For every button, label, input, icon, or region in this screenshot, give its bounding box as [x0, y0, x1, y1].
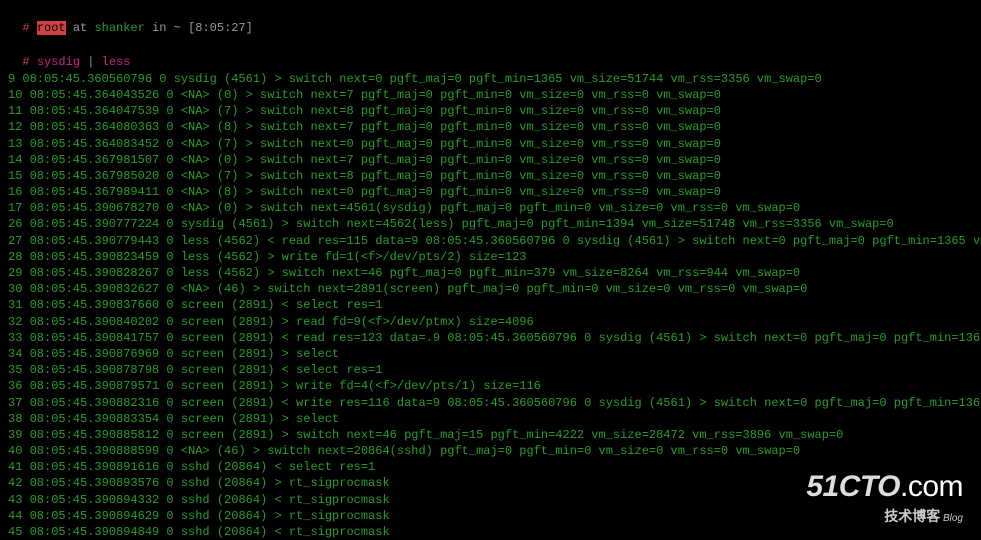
prompt-hash: # [22, 21, 29, 35]
log-line: 39 08:05:45.390885812 0 screen (2891) > … [8, 427, 973, 443]
log-line: 45 08:05:45.390894849 0 sshd (20864) < r… [8, 524, 973, 540]
log-line: 41 08:05:45.390891616 0 sshd (20864) < s… [8, 459, 973, 475]
log-line: 12 08:05:45.364080363 0 <NA> (8) > switc… [8, 119, 973, 135]
log-line: 35 08:05:45.390878798 0 screen (2891) < … [8, 362, 973, 378]
log-line: 38 08:05:45.390883354 0 screen (2891) > … [8, 411, 973, 427]
prompt-user: root [37, 21, 66, 35]
log-line: 40 08:05:45.390888599 0 <NA> (46) > swit… [8, 443, 973, 459]
log-line: 36 08:05:45.390879571 0 screen (2891) > … [8, 378, 973, 394]
log-line: 11 08:05:45.364047539 0 <NA> (7) > switc… [8, 103, 973, 119]
log-line: 16 08:05:45.367989411 0 <NA> (8) > switc… [8, 184, 973, 200]
prompt-time: [8:05:27] [181, 21, 253, 35]
command-hash: # [22, 55, 29, 69]
log-line: 31 08:05:45.390837660 0 screen (2891) < … [8, 297, 973, 313]
shell-prompt: # root at shanker in ~ [8:05:27] [8, 4, 973, 36]
log-line: 42 08:05:45.390893576 0 sshd (20864) > r… [8, 475, 973, 491]
log-line: 13 08:05:45.364083452 0 <NA> (7) > switc… [8, 136, 973, 152]
log-line: 43 08:05:45.390894332 0 sshd (20864) < r… [8, 492, 973, 508]
log-line: 10 08:05:45.364043526 0 <NA> (0) > switc… [8, 87, 973, 103]
log-output[interactable]: 9 08:05:45.360560796 0 sysdig (4561) > s… [8, 71, 973, 540]
log-line: 33 08:05:45.390841757 0 screen (2891) < … [8, 330, 973, 346]
log-line: 9 08:05:45.360560796 0 sysdig (4561) > s… [8, 71, 973, 87]
log-line: 15 08:05:45.367985020 0 <NA> (7) > switc… [8, 168, 973, 184]
prompt-in: in [145, 21, 174, 35]
log-line: 30 08:05:45.390832627 0 <NA> (46) > swit… [8, 281, 973, 297]
log-line: 44 08:05:45.390894629 0 sshd (20864) > r… [8, 508, 973, 524]
log-line: 37 08:05:45.390882316 0 screen (2891) < … [8, 395, 973, 411]
prompt-cwd: ~ [174, 21, 181, 35]
log-line: 29 08:05:45.390828267 0 less (4562) > sw… [8, 265, 973, 281]
command-pipe: | [80, 55, 102, 69]
prompt-at: at [66, 21, 95, 35]
log-line: 28 08:05:45.390823459 0 less (4562) > wr… [8, 249, 973, 265]
command-line[interactable]: # sysdig | less [8, 37, 973, 69]
command-prog1: sysdig [37, 55, 80, 69]
log-line: 34 08:05:45.390876969 0 screen (2891) > … [8, 346, 973, 362]
log-line: 32 08:05:45.390840202 0 screen (2891) > … [8, 314, 973, 330]
log-line: 26 08:05:45.390777224 0 sysdig (4561) > … [8, 216, 973, 232]
prompt-host: shanker [94, 21, 144, 35]
log-line: 14 08:05:45.367981507 0 <NA> (0) > switc… [8, 152, 973, 168]
log-line: 17 08:05:45.390678270 0 <NA> (0) > switc… [8, 200, 973, 216]
log-line: 27 08:05:45.390779443 0 less (4562) < re… [8, 233, 973, 249]
command-prog2: less [102, 55, 131, 69]
